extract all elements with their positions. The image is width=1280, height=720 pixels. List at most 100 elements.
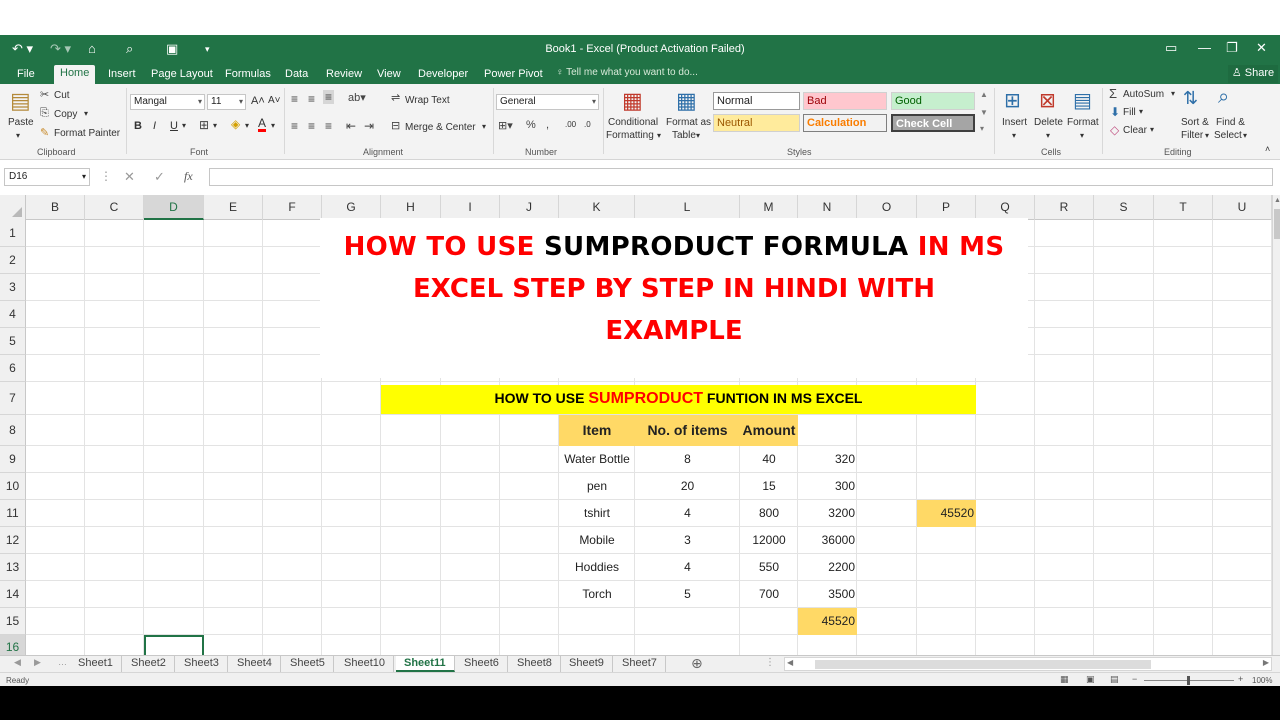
zoom-out-icon[interactable]: − bbox=[1132, 674, 1137, 684]
merge-dropdown-icon[interactable]: ▾ bbox=[482, 122, 486, 131]
column-header-g[interactable]: G bbox=[322, 195, 381, 220]
tab-developer[interactable]: Developer bbox=[412, 66, 474, 84]
find-select-button[interactable]: Find & bbox=[1216, 117, 1245, 128]
restore-icon[interactable]: ❐ bbox=[1226, 40, 1238, 56]
table-value-cell[interactable]: 20 bbox=[635, 473, 740, 500]
fill-color-icon[interactable]: ◈ bbox=[231, 117, 240, 131]
row-header-9[interactable]: 9 bbox=[0, 446, 26, 473]
sort-filter-button[interactable]: Sort & bbox=[1181, 117, 1209, 128]
tab-data[interactable]: Data bbox=[279, 66, 314, 84]
find-select-icon[interactable]: ⌕ bbox=[1218, 86, 1229, 109]
clear-dropdown-icon[interactable]: ▾ bbox=[1150, 125, 1154, 134]
align-right-icon[interactable]: ≡ bbox=[325, 119, 332, 133]
formula-input[interactable] bbox=[209, 168, 1273, 186]
sheet-tab-sheet2[interactable]: Sheet2 bbox=[123, 656, 175, 672]
copy-button[interactable]: Copy bbox=[54, 109, 77, 120]
style-bad[interactable]: Bad bbox=[803, 92, 887, 110]
tab-view[interactable]: View bbox=[371, 66, 407, 84]
style-good[interactable]: Good bbox=[891, 92, 975, 110]
scroll-right-icon[interactable]: ▶ bbox=[1263, 658, 1269, 667]
accounting-icon[interactable]: ⊞▾ bbox=[498, 119, 513, 132]
row-header-5[interactable]: 5 bbox=[0, 328, 26, 355]
sort-dropdown-icon[interactable]: ▾ bbox=[1205, 131, 1209, 140]
bold-button[interactable]: B bbox=[134, 120, 142, 132]
table-value-cell[interactable]: 8 bbox=[635, 446, 740, 473]
insert-function-icon[interactable]: fx bbox=[184, 169, 193, 184]
style-check-cell[interactable]: Check Cell bbox=[891, 114, 975, 132]
insert-dropdown-icon[interactable]: ▾ bbox=[1012, 131, 1016, 140]
name-box[interactable]: D16 ▾ bbox=[4, 168, 90, 186]
decrease-indent-icon[interactable]: ⇤ bbox=[346, 119, 356, 133]
column-header-n[interactable]: N bbox=[798, 195, 857, 220]
close-icon[interactable]: ✕ bbox=[1256, 40, 1267, 56]
add-sheet-icon[interactable]: ⊕ bbox=[691, 655, 703, 672]
increase-font-icon[interactable]: A˄ bbox=[251, 95, 265, 107]
table-value-cell[interactable]: 36000 bbox=[798, 527, 857, 554]
column-header-q[interactable]: Q bbox=[976, 195, 1035, 220]
borders-dropdown-icon[interactable]: ▾ bbox=[213, 121, 217, 130]
table-value-cell[interactable]: 15 bbox=[740, 473, 798, 500]
delete-cells-button[interactable]: Delete bbox=[1034, 117, 1063, 128]
tab-formulas[interactable]: Formulas bbox=[219, 66, 277, 84]
tab-review[interactable]: Review bbox=[320, 66, 368, 84]
fill-dropdown-icon[interactable]: ▾ bbox=[1139, 107, 1143, 116]
row-header-2[interactable]: 2 bbox=[0, 247, 26, 274]
row-header-10[interactable]: 10 bbox=[0, 473, 26, 500]
row-header-6[interactable]: 6 bbox=[0, 355, 26, 382]
column-header-d[interactable]: D bbox=[144, 195, 204, 220]
paste-dropdown-icon[interactable]: ▾ bbox=[16, 131, 20, 140]
styles-more-icon[interactable]: ▾ bbox=[980, 124, 984, 133]
table-value-cell[interactable]: 2200 bbox=[798, 554, 857, 581]
zoom-level[interactable]: 100% bbox=[1252, 676, 1272, 685]
page-break-view-icon[interactable]: ▤ bbox=[1110, 674, 1119, 685]
sheet-tab-sheet5[interactable]: Sheet5 bbox=[282, 656, 334, 672]
worksheet-grid[interactable]: BCDEFGHIJKLMNOPQRSTU 1 2 3 4 5 6 7 8 9 10 11 12 13 14… bbox=[0, 195, 1272, 655]
table-value-cell[interactable]: 4 bbox=[635, 500, 740, 527]
align-center-icon[interactable]: ≡ bbox=[308, 119, 315, 133]
column-header-s[interactable]: S bbox=[1094, 195, 1154, 220]
normal-view-icon[interactable]: ▦ bbox=[1060, 674, 1069, 685]
fill-color-dropdown-icon[interactable]: ▾ bbox=[245, 121, 249, 130]
horizontal-scrollbar[interactable]: ◀ ▶ bbox=[784, 657, 1272, 671]
item-name-cell[interactable]: Water Bottle bbox=[559, 446, 635, 473]
ribbon-display-icon[interactable]: ▭ bbox=[1165, 40, 1177, 56]
autosum-button[interactable]: AutoSum bbox=[1123, 89, 1164, 100]
enter-icon[interactable]: ✓ bbox=[154, 169, 165, 185]
tab-power-pivot[interactable]: Power Pivot bbox=[478, 66, 549, 84]
increase-decimal-icon[interactable]: .00 bbox=[565, 120, 576, 129]
column-header-e[interactable]: E bbox=[204, 195, 263, 220]
vertical-scroll-thumb[interactable] bbox=[1274, 209, 1280, 239]
row-header-13[interactable]: 13 bbox=[0, 554, 26, 581]
row-header-16[interactable]: 16 bbox=[0, 635, 26, 655]
row-header-14[interactable]: 14 bbox=[0, 581, 26, 608]
column-header-t[interactable]: T bbox=[1154, 195, 1213, 220]
format-as-table-button[interactable]: Format as bbox=[666, 117, 711, 128]
table-value-cell[interactable]: 550 bbox=[740, 554, 798, 581]
column-header-j[interactable]: J bbox=[500, 195, 559, 220]
tab-page-layout[interactable]: Page Layout bbox=[145, 66, 219, 84]
fill-button[interactable]: Fill bbox=[1123, 107, 1136, 118]
table-value-cell[interactable]: 320 bbox=[798, 446, 857, 473]
conditional-formatting-button[interactable]: Conditional bbox=[608, 117, 658, 128]
number-format-combo[interactable]: General ▾ bbox=[496, 94, 599, 110]
minimize-icon[interactable]: — bbox=[1198, 40, 1211, 55]
merge-center-button[interactable]: Merge & Center bbox=[405, 122, 476, 133]
autosum-icon[interactable]: Σ bbox=[1109, 86, 1117, 101]
cancel-icon[interactable]: ✕ bbox=[124, 169, 135, 185]
paste-icon[interactable]: ▤ bbox=[10, 88, 31, 114]
underline-button[interactable]: U bbox=[170, 120, 178, 132]
table-value-cell[interactable]: 800 bbox=[740, 500, 798, 527]
format-dropdown-icon[interactable]: ▾ bbox=[1080, 131, 1084, 140]
column-header-i[interactable]: I bbox=[441, 195, 500, 220]
find-select-button-line2[interactable]: Select bbox=[1214, 130, 1242, 141]
sheet-scroll-left-icon[interactable]: ◀ bbox=[14, 657, 21, 668]
row-header-15[interactable]: 15 bbox=[0, 608, 26, 635]
column-header-h[interactable]: H bbox=[381, 195, 441, 220]
total-cell-n15[interactable]: 45520 bbox=[798, 608, 857, 635]
format-painter-button[interactable]: Format Painter bbox=[54, 128, 120, 139]
item-name-cell[interactable]: Mobile bbox=[559, 527, 635, 554]
sheet-tab-sheet4[interactable]: Sheet4 bbox=[229, 656, 281, 672]
format-cells-icon[interactable]: ▤ bbox=[1073, 88, 1092, 113]
italic-button[interactable]: I bbox=[153, 120, 156, 132]
delete-dropdown-icon[interactable]: ▾ bbox=[1046, 131, 1050, 140]
